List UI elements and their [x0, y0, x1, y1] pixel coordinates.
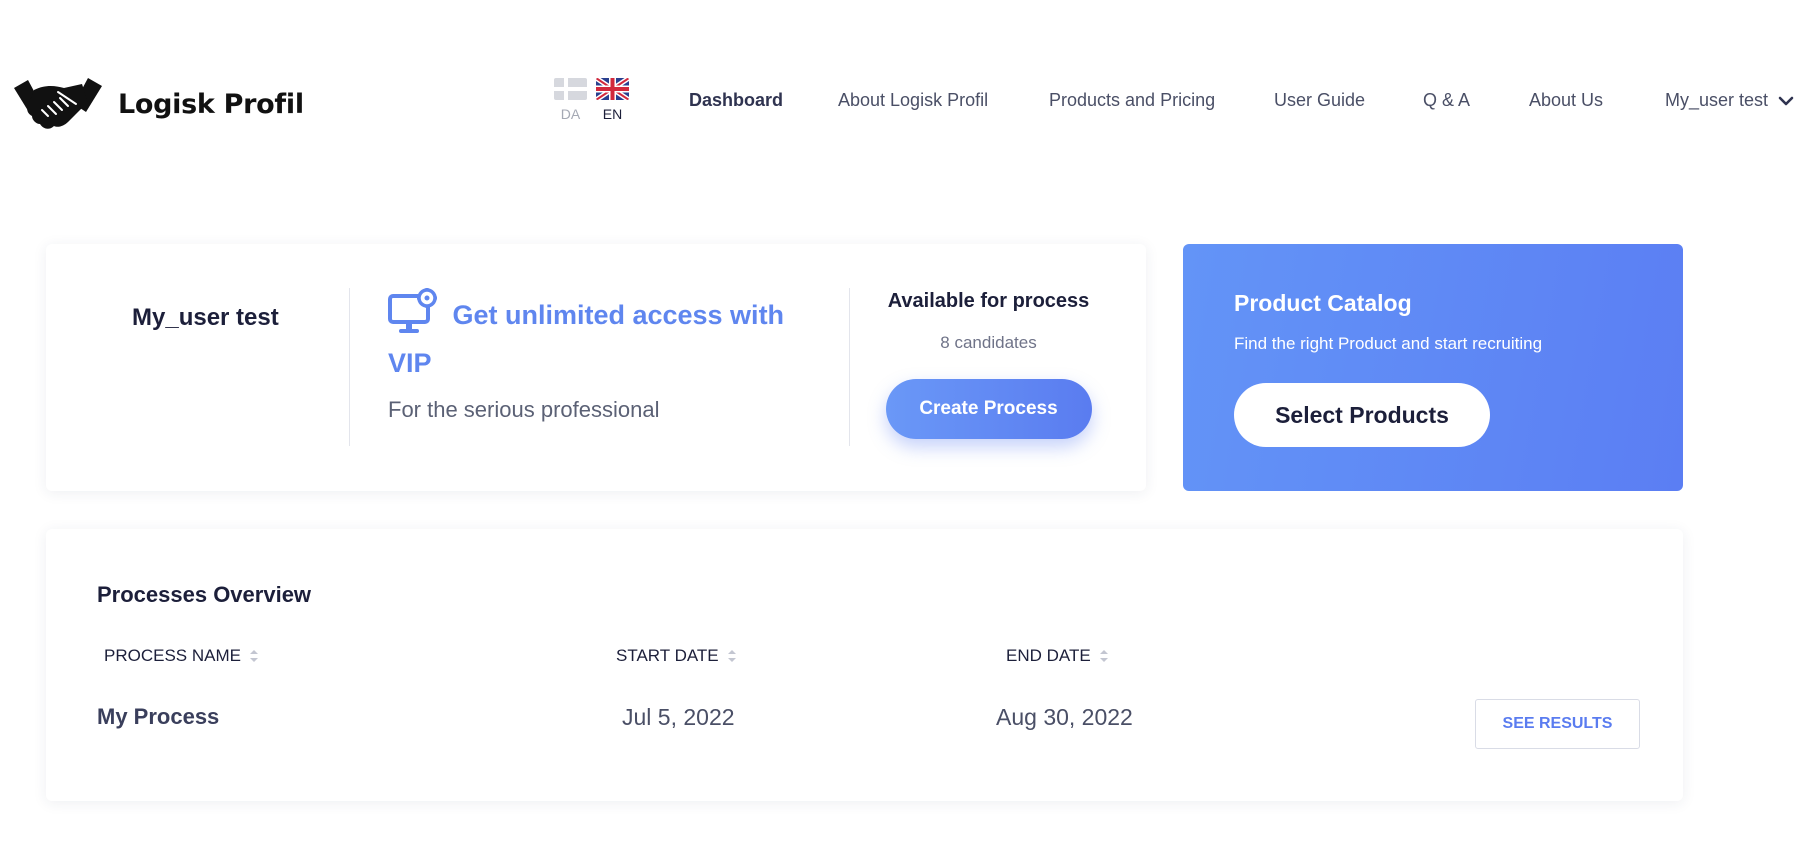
monitor-gear-icon — [388, 288, 437, 333]
vip-promo: Get unlimited access with VIP For the se… — [388, 288, 808, 423]
sort-icon — [1099, 650, 1108, 662]
processes-title: Processes Overview — [97, 582, 312, 607]
column-header-label: END DATE — [1006, 646, 1091, 665]
column-header-label: PROCESS NAME — [104, 646, 241, 665]
main-nav: Dashboard About Logisk Profil Products a… — [0, 90, 1805, 114]
header: Logisk Profil DA EN Dashboard About Logi… — [0, 0, 1805, 150]
nav-products-pricing[interactable]: Products and Pricing — [1049, 90, 1215, 111]
column-header-start-date[interactable]: START DATE — [616, 646, 737, 666]
create-process-button[interactable]: Create Process — [885, 379, 1092, 439]
see-results-button[interactable]: SEE RESULTS — [1475, 699, 1640, 749]
divider — [349, 288, 350, 446]
catalog-title: Product Catalog — [1234, 290, 1412, 316]
column-header-end-date[interactable]: END DATE — [1006, 646, 1109, 666]
vip-title: Get unlimited access with VIP — [388, 300, 785, 378]
product-catalog-card: Product Catalog Find the right Product a… — [1183, 244, 1683, 491]
nav-dashboard[interactable]: Dashboard — [689, 90, 783, 111]
process-name[interactable]: My Process — [97, 704, 219, 730]
catalog-subtitle: Find the right Product and start recruit… — [1234, 334, 1543, 353]
select-products-button[interactable]: Select Products — [1234, 383, 1490, 447]
user-card: My_user test Get unlimited access with V… — [46, 244, 1146, 491]
nav-user-guide[interactable]: User Guide — [1274, 90, 1365, 111]
column-header-label: START DATE — [616, 646, 719, 665]
process-start-date: Jul 5, 2022 — [622, 704, 735, 730]
process-end-date: Aug 30, 2022 — [996, 704, 1133, 730]
availability-title: Available for process — [887, 290, 1090, 312]
availability-panel: Available for process 8 candidates Creat… — [866, 290, 1111, 439]
user-name: My_user test — [132, 304, 279, 331]
nav-about-us[interactable]: About Us — [1529, 90, 1603, 111]
column-header-process-name[interactable]: PROCESS NAME — [104, 646, 259, 666]
sort-icon — [249, 650, 258, 662]
divider — [849, 288, 850, 446]
processes-overview-card: Processes Overview PROCESS NAME START DA… — [46, 529, 1683, 801]
vip-subtitle: For the serious professional — [388, 397, 660, 422]
nav-qa[interactable]: Q & A — [1423, 90, 1470, 111]
user-menu-label: My_user test — [1665, 90, 1769, 110]
sort-icon — [727, 650, 736, 662]
chevron-down-icon — [1778, 96, 1794, 105]
candidate-count: 8 candidates — [940, 333, 1037, 352]
nav-about-logisk-profil[interactable]: About Logisk Profil — [838, 90, 988, 111]
user-menu[interactable]: My_user test — [1665, 90, 1794, 111]
